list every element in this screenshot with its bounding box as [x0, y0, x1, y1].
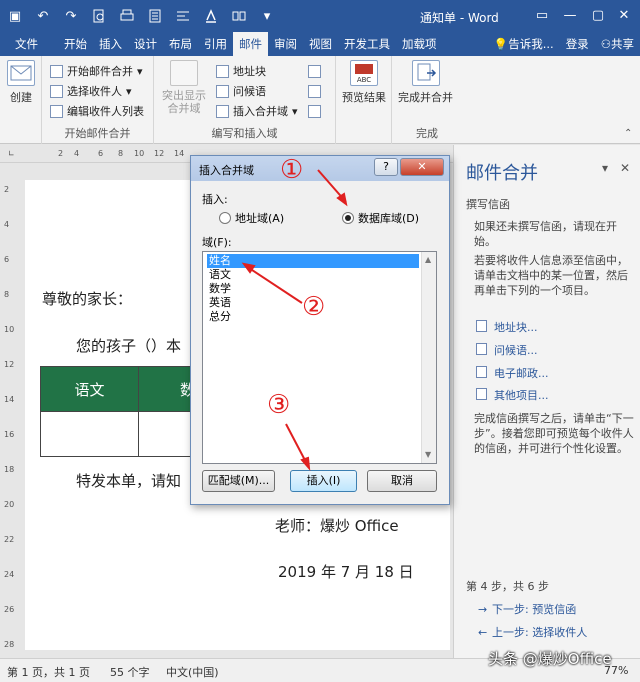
annotation-arrows — [241, 169, 348, 472]
annotation-2: ② — [302, 292, 326, 322]
watermark: 头条 @爆炒Office — [488, 650, 612, 668]
annotation-3: ③ — [267, 390, 291, 420]
annotation-arrowhead-3 — [300, 456, 311, 472]
annotation-1: ① — [280, 155, 304, 185]
annotation-arrow-2 — [245, 265, 303, 304]
